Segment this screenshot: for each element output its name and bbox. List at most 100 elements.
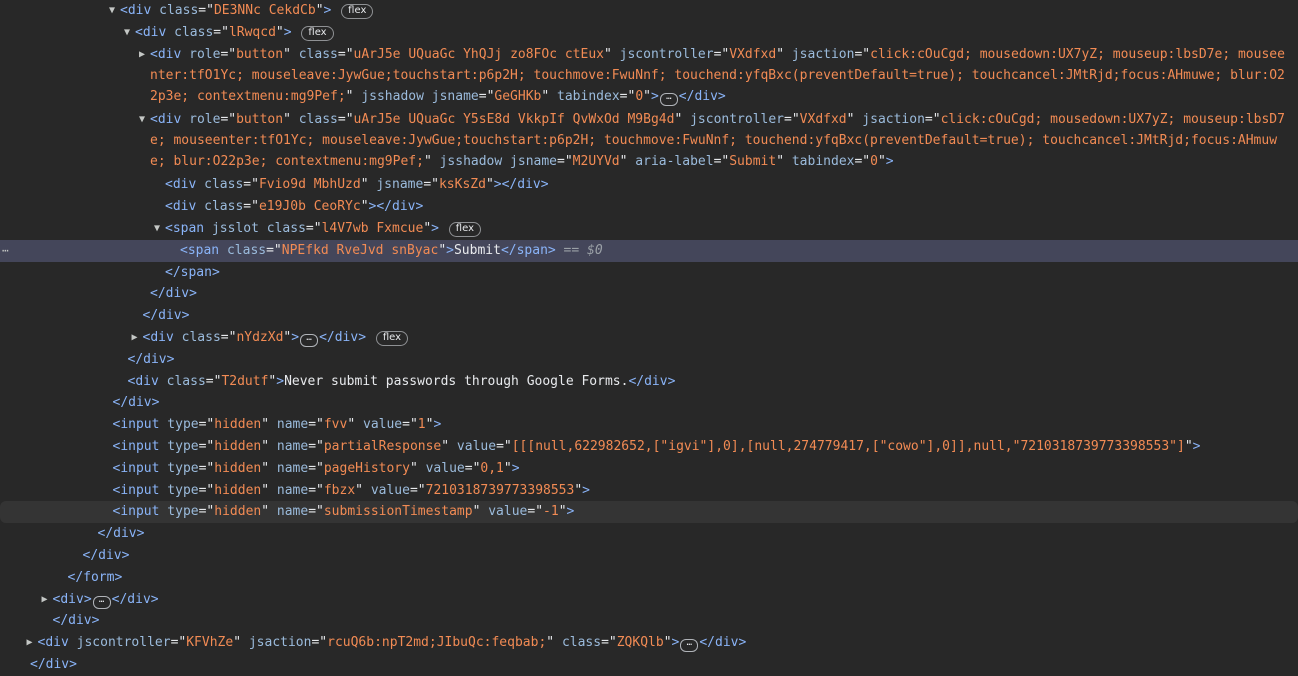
dom-node-line[interactable]: </div> [0, 654, 1298, 676]
attribute-name[interactable]: jsname [432, 89, 479, 104]
attribute-value[interactable]: fvv [324, 417, 347, 432]
attribute-value[interactable]: Fvio9d MbhUzd [259, 177, 361, 192]
flex-badge[interactable]: flex [301, 25, 334, 41]
collapsed-arrow-icon[interactable]: ▶ [136, 44, 148, 65]
expanded-arrow-icon[interactable]: ▼ [106, 0, 118, 21]
dom-node-line[interactable]: <input type="hidden" name="partialRespon… [0, 436, 1298, 458]
attribute-value[interactable]: T2dutf [221, 374, 268, 389]
attribute-name[interactable]: class [562, 635, 601, 650]
attribute-name[interactable]: type [167, 439, 198, 454]
expanded-arrow-icon[interactable]: ▼ [136, 109, 148, 130]
attribute-name[interactable]: jscontroller [690, 112, 784, 127]
attribute-value[interactable]: hidden [214, 504, 261, 519]
collapsed-arrow-icon[interactable]: ▶ [39, 589, 51, 610]
dom-node-line[interactable]: ▼ <div class="lRwqcd"> flex [0, 22, 1298, 44]
attribute-value[interactable]: VXdfxd [800, 112, 847, 127]
attribute-name[interactable]: jsaction [862, 112, 925, 127]
collapsed-content-icon[interactable]: … [300, 334, 319, 347]
attribute-name[interactable]: name [277, 417, 308, 432]
dom-node-line[interactable]: </form> [0, 567, 1298, 589]
dom-node-line[interactable]: ▼ <div class="DE3NNc CekdCb"> flex [0, 0, 1298, 22]
text-node[interactable]: Never submit passwords through Google Fo… [284, 374, 628, 389]
expanded-arrow-icon[interactable]: ▼ [151, 218, 163, 239]
attribute-name[interactable]: class [227, 243, 266, 258]
attribute-name[interactable]: class [174, 25, 213, 40]
dom-node-line[interactable]: <input type="hidden" name="fbzx" value="… [0, 480, 1298, 502]
attribute-value[interactable]: button [236, 47, 283, 62]
dom-node-line[interactable]: ▶ <div role="button" class="uArJ5e UQuaGc… [0, 44, 1298, 109]
attribute-value[interactable]: button [236, 112, 283, 127]
attribute-name[interactable]: jscontroller [77, 635, 171, 650]
text-node[interactable]: Submit [454, 243, 501, 258]
attribute-value[interactable]: uArJ5e UQuaGc Y5sE8d VkkpIf QvWxOd M9Bg4… [354, 112, 675, 127]
attribute-value[interactable]: hidden [214, 483, 261, 498]
collapsed-content-icon[interactable]: … [680, 639, 699, 653]
attribute-value[interactable]: DE3NNc CekdCb [214, 3, 316, 18]
collapsed-content-icon[interactable]: … [92, 595, 111, 609]
attribute-name[interactable]: name [277, 439, 308, 454]
dom-node-line[interactable]: </div> [0, 523, 1298, 545]
attribute-name[interactable]: name [277, 483, 308, 498]
attribute-value[interactable]: M2UYVd [573, 154, 620, 169]
attribute-value[interactable]: Submit [729, 154, 776, 169]
attribute-value[interactable]: 0 [870, 154, 878, 169]
attribute-value[interactable]: ZQKQlb [617, 635, 664, 650]
attribute-value[interactable]: partialResponse [324, 439, 441, 454]
attribute-name[interactable]: jsaction [249, 635, 312, 650]
attribute-value[interactable]: lRwqcd [229, 25, 276, 40]
collapsed-content-icon[interactable]: … [659, 92, 678, 106]
attribute-name[interactable]: role [189, 47, 220, 62]
attribute-name[interactable]: name [277, 461, 308, 476]
attribute-value[interactable]: 1 [418, 417, 426, 432]
collapsed-arrow-icon[interactable]: ▶ [129, 327, 141, 348]
attribute-value[interactable]: rcuQ6b:npT2md;JIbuQc:feqbab; [327, 635, 546, 650]
attribute-name[interactable]: tabindex [792, 154, 855, 169]
attribute-value[interactable]: hidden [214, 461, 261, 476]
attribute-value[interactable]: ksKsZd [439, 177, 486, 192]
attribute-value[interactable]: hidden [214, 439, 261, 454]
attribute-value[interactable]: [[[null,622982652,["igvi"],0],[null,2747… [512, 439, 1185, 454]
attribute-name[interactable]: jscontroller [620, 47, 714, 62]
attribute-value[interactable]: NPEfkd RveJvd snByac [282, 243, 439, 258]
flex-badge[interactable]: flex [375, 331, 409, 346]
attribute-value[interactable]: 7210318739773398553 [426, 483, 575, 498]
attribute-name[interactable]: class [182, 330, 221, 345]
dom-node-line[interactable]: </div> [0, 392, 1298, 414]
attribute-name[interactable]: class [267, 221, 306, 236]
attribute-name[interactable]: class [299, 112, 338, 127]
attribute-name[interactable]: type [167, 504, 198, 519]
attribute-name[interactable]: type [167, 417, 198, 432]
dom-node-line[interactable]: <div class="T2dutf">Never submit passwor… [0, 371, 1298, 393]
attribute-value[interactable]: GeGHKb [494, 89, 541, 104]
dom-node-line[interactable]: ▼ <div role="button" class="uArJ5e UQuaGc… [0, 109, 1298, 174]
attribute-name[interactable]: role [189, 112, 220, 127]
attribute-name[interactable]: jsaction [792, 47, 855, 62]
attribute-value[interactable]: VXdfxd [729, 47, 776, 62]
attribute-name[interactable]: value [457, 439, 496, 454]
dom-node-line[interactable]: <input type="hidden" name="pageHistory" … [0, 458, 1298, 480]
dom-node-line[interactable]: ▶ <div class="nYdzXd">… </div> flex [0, 327, 1298, 349]
attribute-value[interactable]: 0 [635, 89, 643, 104]
attribute-name[interactable]: type [167, 461, 198, 476]
attribute-name[interactable]: class [204, 199, 243, 214]
attribute-name[interactable]: class [299, 47, 338, 62]
attribute-name[interactable]: jsname [510, 154, 557, 169]
attribute-name[interactable]: class [167, 374, 206, 389]
attribute-value[interactable]: l4V7wb Fxmcue [322, 221, 424, 236]
attribute-name[interactable]: jsname [376, 177, 423, 192]
flex-badge[interactable]: flex [448, 222, 481, 237]
dom-node-line[interactable]: <div class="e19J0b CeoRYc"></div> [0, 196, 1298, 218]
attribute-name[interactable]: value [426, 461, 465, 476]
attribute-name[interactable]: jsshadow [361, 89, 424, 104]
attribute-value[interactable]: e19J0b CeoRYc [259, 199, 361, 214]
dom-node-line[interactable]: </div> [0, 305, 1298, 327]
attribute-value[interactable]: fbzx [324, 483, 355, 498]
attribute-name[interactable]: jsslot [212, 221, 259, 236]
attribute-name[interactable]: type [167, 483, 198, 498]
dom-node-line[interactable]: ▶ <div jscontroller="KFVhZe" jsaction="rc… [0, 632, 1298, 654]
attribute-value[interactable]: pageHistory [324, 461, 410, 476]
attribute-value[interactable]: nYdzXd [236, 330, 283, 345]
attribute-name[interactable]: value [371, 483, 410, 498]
attribute-name[interactable]: value [488, 504, 527, 519]
dom-node-line[interactable]: <input type="hidden" name="submissionTim… [0, 501, 1298, 524]
